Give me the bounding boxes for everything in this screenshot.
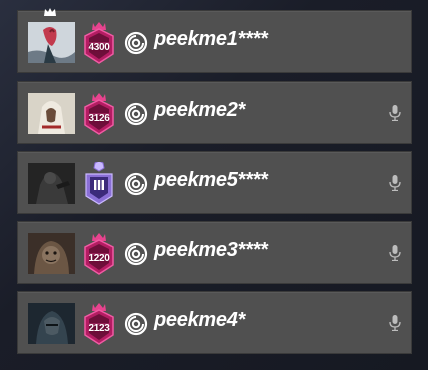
champion-rank-icon: 2123	[82, 302, 116, 346]
champion-rank-icon: 4300	[82, 21, 116, 65]
crown-icon	[44, 8, 56, 16]
player-row-5[interactable]: 2123 peekme4*	[17, 291, 412, 354]
rank-value: 4300	[88, 42, 110, 53]
microphone-icon[interactable]	[389, 175, 401, 191]
player-name: peekme1****	[154, 28, 268, 50]
player-row-3[interactable]: peekme5****	[17, 151, 412, 214]
player-row-2[interactable]: 3126 peekme2*	[17, 81, 412, 144]
ubisoft-swirl-icon	[124, 242, 148, 266]
player-name: peekme2*	[154, 99, 245, 121]
squad-roster: 4300 peekme1**** 3126 peekme2* peekme5**…	[0, 0, 428, 370]
microphone-icon[interactable]	[389, 315, 401, 331]
player-avatar	[28, 233, 75, 274]
player-name: peekme5****	[154, 169, 268, 191]
player-row-1[interactable]: 4300 peekme1****	[17, 8, 412, 73]
player-avatar	[28, 303, 75, 344]
champion-rank-icon: 3126	[82, 92, 116, 136]
rank-value: 3126	[88, 113, 110, 124]
ubisoft-swirl-icon	[124, 172, 148, 196]
player-avatar	[28, 93, 75, 134]
ubisoft-swirl-icon	[124, 31, 148, 55]
rank-value: 1220	[88, 253, 110, 264]
rank-value: 2123	[88, 323, 110, 334]
ubisoft-swirl-icon	[124, 102, 148, 126]
diamond-rank-icon	[82, 160, 116, 206]
player-avatar	[28, 22, 75, 63]
player-name: peekme3****	[154, 239, 268, 261]
ubisoft-swirl-icon	[124, 312, 148, 336]
player-avatar	[28, 163, 75, 204]
player-row-4[interactable]: 1220 peekme3****	[17, 221, 412, 284]
champion-rank-icon: 1220	[82, 232, 116, 276]
player-name: peekme4*	[154, 309, 245, 331]
microphone-icon[interactable]	[389, 245, 401, 261]
microphone-icon[interactable]	[389, 105, 401, 121]
